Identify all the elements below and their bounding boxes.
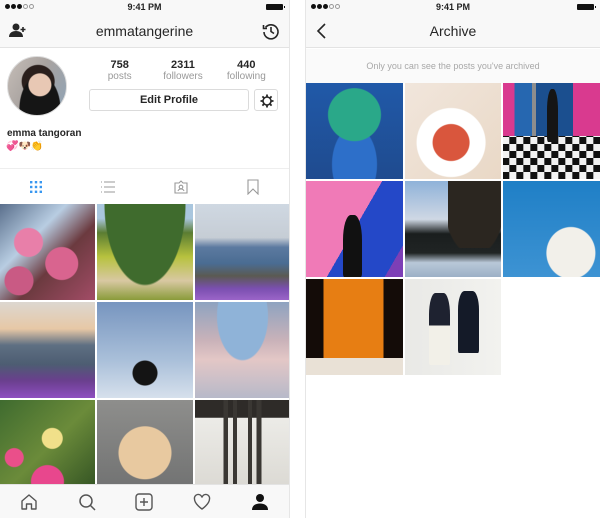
battery-icon [577,4,596,10]
post-thumbnail[interactable] [97,400,193,496]
tab-activity[interactable] [173,485,231,518]
tab-list[interactable] [72,169,144,204]
stat-value: 2311 [171,59,195,71]
post-thumbnail[interactable] [194,204,289,300]
tab-grid[interactable] [0,169,72,204]
tab-new-post[interactable] [116,485,174,518]
archive-privacy-note: Only you can see the posts you've archiv… [306,49,600,83]
post-thumbnail[interactable] [194,400,289,496]
profile-post-grid [0,204,289,496]
profile-screen: 9:41 PM emmatangerine 758 posts 2311 fol… [0,0,290,518]
profile-avatar[interactable] [7,56,67,116]
archived-post-thumbnail[interactable] [404,279,502,375]
status-bar: 9:41 PM [0,0,289,14]
history-icon[interactable] [261,21,281,41]
search-icon [78,493,96,511]
archived-post-thumbnail[interactable] [306,181,403,277]
post-thumbnail[interactable] [97,302,193,398]
heart-icon [194,493,211,510]
post-thumbnail[interactable] [194,302,289,398]
stat-label: following [226,71,266,82]
stat-value: 440 [237,59,256,71]
status-time: 9:41 PM [127,2,162,12]
status-time: 9:41 PM [435,2,470,12]
tab-search[interactable] [58,485,116,518]
bookmark-icon [247,178,259,195]
tab-home[interactable] [0,485,58,518]
battery-icon [266,4,285,10]
archived-post-thumbnail[interactable] [306,279,403,375]
archive-header: Archive [306,14,600,48]
archive-title: Archive [429,23,477,39]
archived-post-thumbnail[interactable] [306,83,403,179]
stat-label: followers [163,71,203,82]
stat-following[interactable]: 440 following [215,59,278,83]
post-thumbnail[interactable] [0,302,96,398]
bottom-tab-bar [0,484,289,518]
archived-post-thumbnail[interactable] [503,181,600,277]
post-thumbnail[interactable] [0,400,96,496]
profile-full-name: emma tangoran [7,128,82,139]
tab-tagged[interactable] [145,169,217,204]
tagged-person-icon [174,179,188,194]
app-stage: 9:41 PM emmatangerine 758 posts 2311 fol… [0,0,600,518]
gear-icon [260,94,274,108]
grid-icon [30,180,43,193]
archive-post-grid [306,83,600,375]
profile-header: emmatangerine [0,14,289,48]
tab-saved[interactable] [217,169,289,204]
archived-post-thumbnail[interactable] [404,83,502,179]
plus-square-icon [135,492,154,511]
profile-bio: 💞🐶👏 [6,141,44,152]
edit-profile-button[interactable]: Edit Profile [89,89,249,111]
stat-followers[interactable]: 2311 followers [151,59,214,83]
stat-label: posts [107,71,132,82]
post-thumbnail[interactable] [0,204,96,300]
post-thumbnail[interactable] [97,204,193,300]
stat-value: 758 [110,59,129,71]
status-bar: 9:41 PM [306,0,600,14]
home-icon [21,493,37,510]
tab-profile[interactable] [231,485,289,518]
archive-screen: 9:41 PM Archive Only you can see the pos… [305,0,600,518]
profile-stats: 758 posts 2311 followers 440 following [88,59,278,83]
profile-username: emmatangerine [95,23,194,39]
list-icon [101,180,116,193]
profile-icon [252,493,269,510]
profile-view-tabs [0,168,289,204]
stat-posts[interactable]: 758 posts [88,59,151,83]
settings-button[interactable] [254,89,278,111]
archived-post-thumbnail[interactable] [404,181,502,277]
archived-post-thumbnail[interactable] [503,83,600,179]
